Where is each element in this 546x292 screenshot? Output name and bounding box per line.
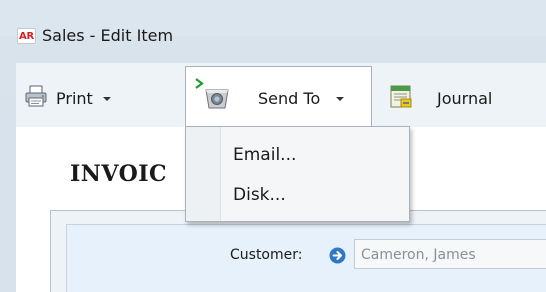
send-to-icon <box>205 89 229 109</box>
send-to-label: Send To <box>258 89 321 108</box>
print-dropdown-caret-icon <box>103 97 111 101</box>
menu-item-email[interactable]: Email... <box>187 138 408 172</box>
menu-item-disk[interactable]: Disk... <box>187 178 408 212</box>
send-to-menu: Email... Disk... <box>185 126 410 222</box>
print-label: Print <box>56 89 93 108</box>
journal-icon <box>390 85 412 108</box>
customer-label: Customer: <box>230 247 303 263</box>
sales-edit-item-window: AR Sales - Edit Item Print Send To Journ… <box>0 0 546 292</box>
printer-icon <box>25 85 47 107</box>
app-logo-icon: AR <box>17 28 36 44</box>
send-to-dropdown-caret-icon <box>336 97 344 101</box>
arrow-right-circle-icon[interactable] <box>329 247 346 264</box>
window-title: Sales - Edit Item <box>42 26 174 45</box>
customer-value: Cameron, James <box>361 247 476 263</box>
document-title: INVOIC <box>70 161 168 187</box>
customer-field[interactable]: Cameron, James <box>354 239 546 269</box>
menu-item-label: Disk... <box>233 185 286 205</box>
journal-label: Journal <box>437 89 493 108</box>
menu-item-label: Email... <box>233 145 297 165</box>
app-badge-text: AR <box>19 31 35 42</box>
